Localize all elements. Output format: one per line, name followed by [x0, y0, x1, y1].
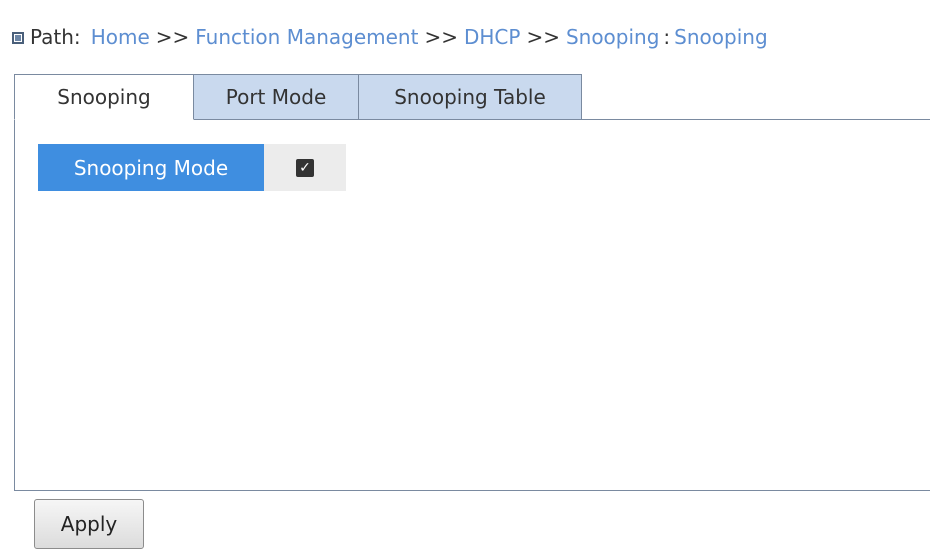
page: Path: Home >> Function Management >> DHC…	[0, 0, 930, 556]
breadcrumb-separator: >>	[155, 25, 190, 49]
breadcrumb-label: Path:	[30, 25, 81, 49]
apply-button[interactable]: Apply	[34, 499, 144, 549]
breadcrumb-separator: >>	[424, 25, 458, 49]
breadcrumb-home-link[interactable]: Home	[91, 25, 150, 49]
snooping-mode-label: Snooping Mode	[38, 144, 264, 191]
breadcrumb-current-page[interactable]: Snooping	[674, 25, 767, 49]
breadcrumb-dhcp-link[interactable]: DHCP	[464, 25, 520, 49]
breadcrumb-function-management-link[interactable]: Function Management	[195, 25, 418, 49]
checkmark-icon: ✓	[299, 159, 311, 176]
snooping-mode-row: Snooping Mode ✓	[38, 144, 346, 191]
snooping-mode-checkbox[interactable]: ✓	[296, 158, 314, 177]
breadcrumb-snooping-link[interactable]: Snooping	[566, 25, 659, 49]
breadcrumb-separator: >>	[526, 25, 560, 49]
breadcrumb: Path: Home >> Function Management >> DHC…	[12, 22, 768, 52]
tab-content-panel: Snooping Mode ✓	[14, 119, 930, 491]
breadcrumb-colon: :	[663, 25, 671, 49]
tab-port-mode[interactable]: Port Mode	[194, 74, 359, 120]
tab-snooping[interactable]: Snooping	[14, 74, 194, 120]
tab-snooping-table[interactable]: Snooping Table	[359, 74, 582, 120]
snooping-mode-value-cell: ✓	[264, 144, 346, 191]
square-bullet-icon	[12, 32, 24, 44]
tab-bar: Snooping Port Mode Snooping Table	[14, 74, 582, 120]
